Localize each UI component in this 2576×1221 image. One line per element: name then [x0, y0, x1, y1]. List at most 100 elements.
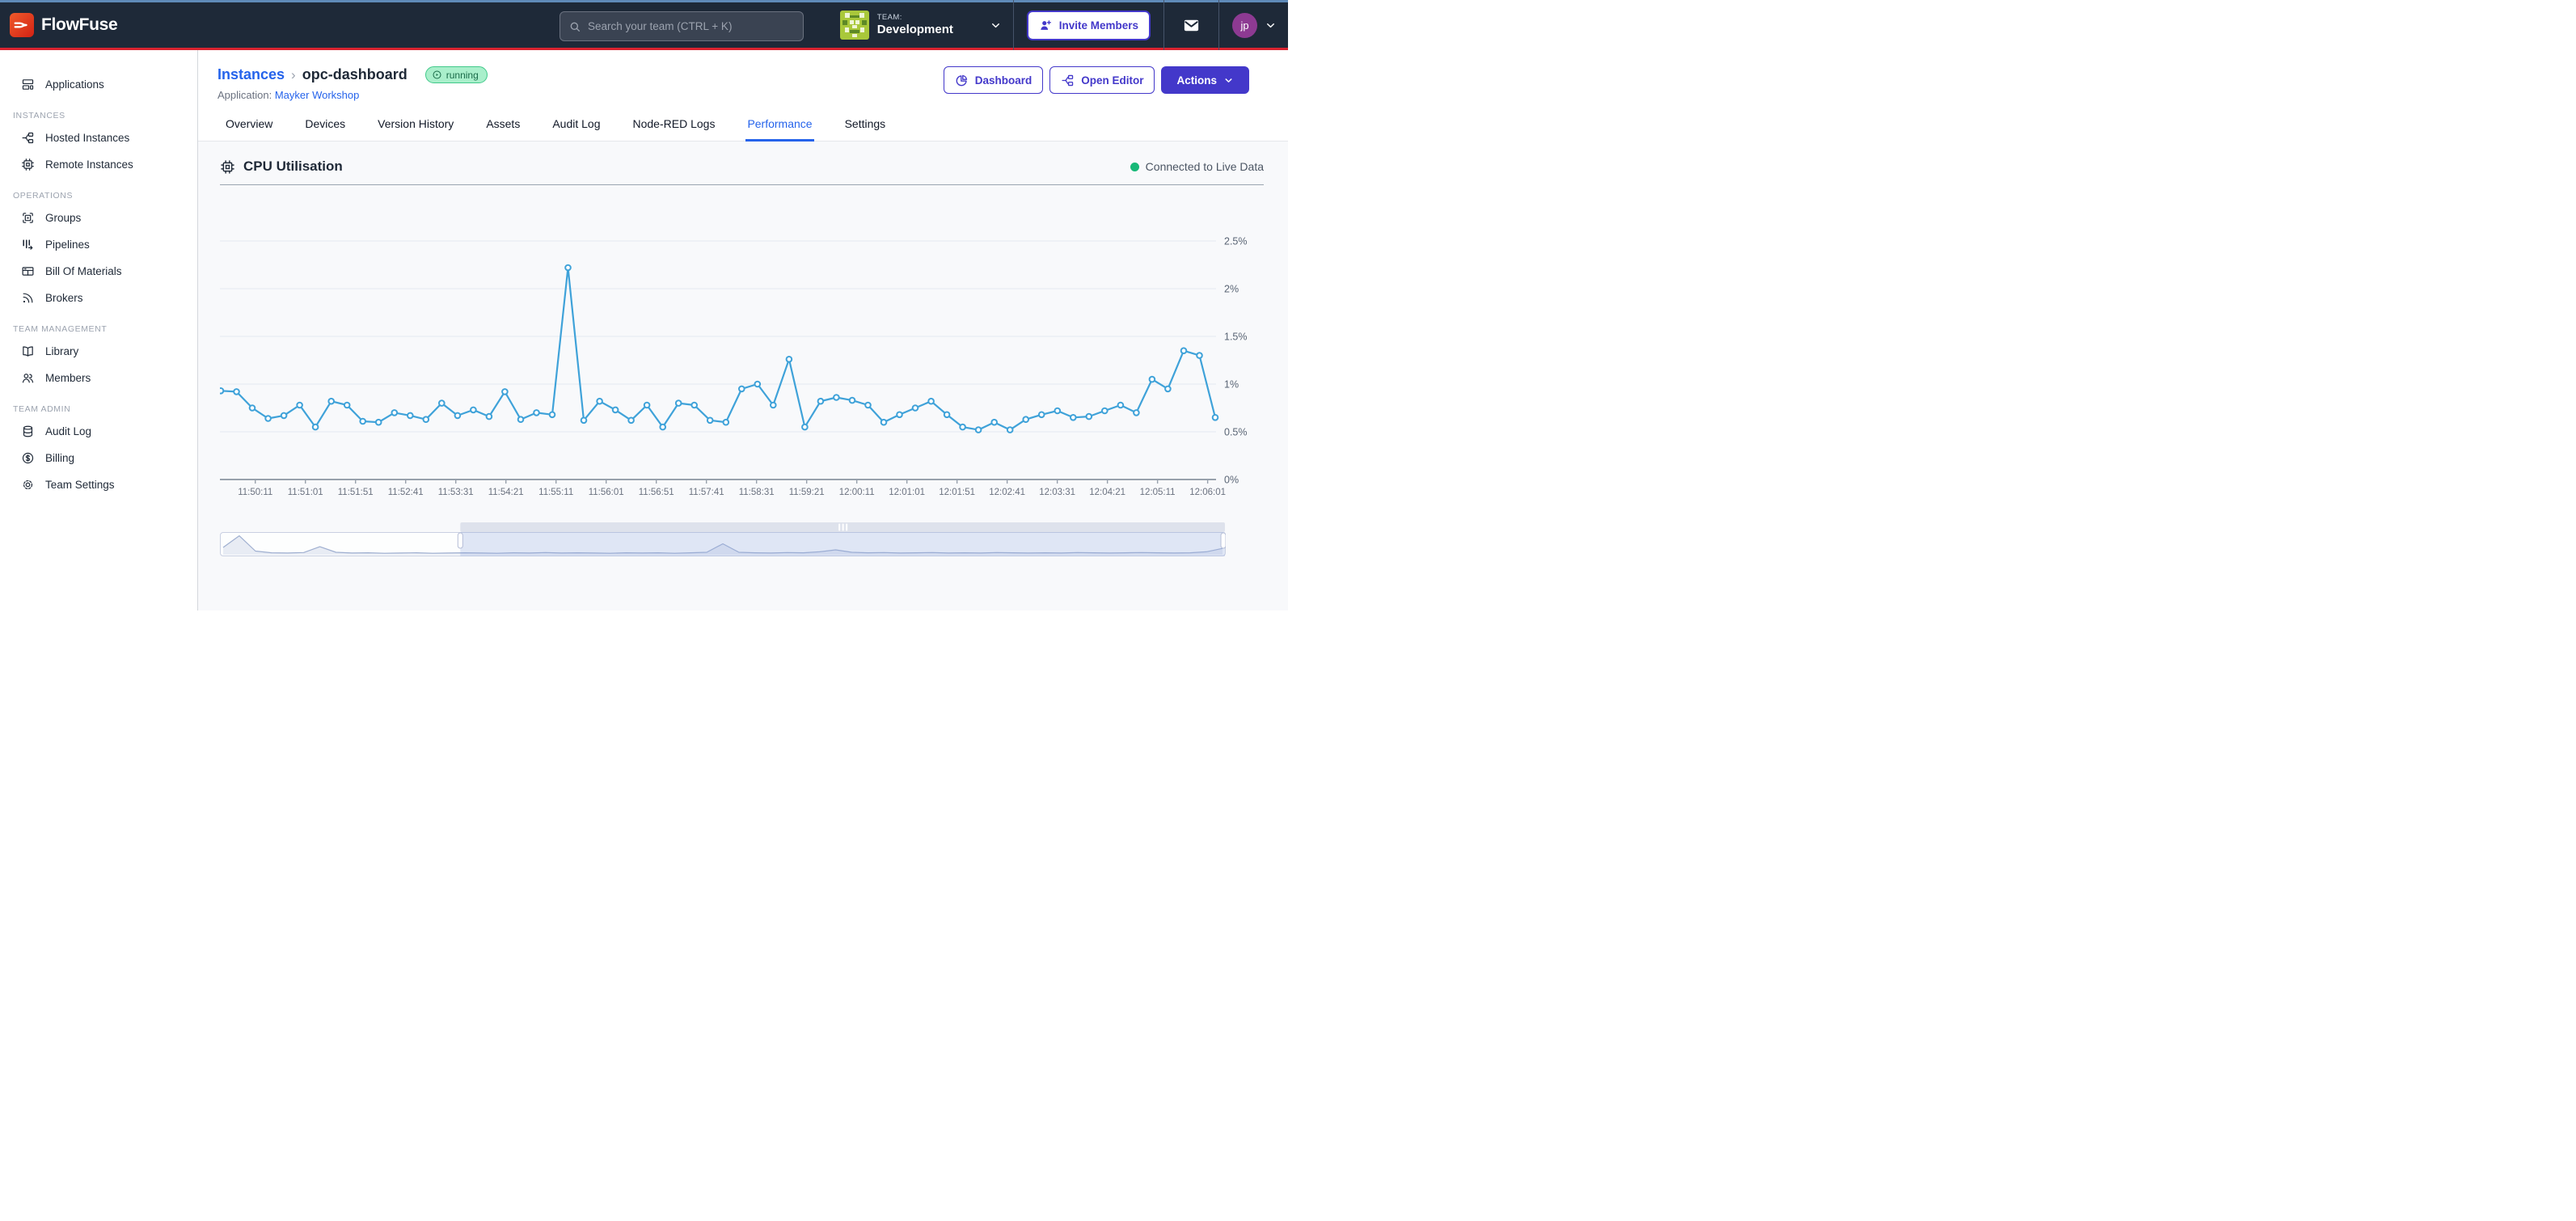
- data-point: [1181, 348, 1187, 353]
- chart-title: CPU Utilisation: [243, 158, 343, 175]
- sidebar-item-library[interactable]: Library: [0, 338, 197, 365]
- x-axis-label: 12:03:31: [1039, 488, 1075, 497]
- sidebar-item-label: Members: [45, 372, 91, 384]
- sidebar-item-members[interactable]: Members: [0, 365, 197, 391]
- flowfuse-logo-icon: [10, 13, 34, 37]
- x-axis-label: 11:57:41: [689, 488, 724, 497]
- play-circle-icon: [432, 70, 442, 80]
- team-selector[interactable]: TEAM: Development: [827, 11, 1013, 40]
- x-axis-label: 11:54:21: [488, 488, 524, 497]
- data-point: [265, 416, 271, 421]
- data-point: [1165, 387, 1171, 392]
- sidebar-item-bill-of-materials[interactable]: Bill Of Materials: [0, 258, 197, 285]
- sidebar-item-label: Bill Of Materials: [45, 265, 122, 277]
- cpu-utilisation-chart[interactable]: 0%0.5%1%1.5%2%2.5%11:50:1111:51:0111:51:…: [220, 198, 1263, 499]
- tab-node-red-logs[interactable]: Node-RED Logs: [633, 117, 716, 141]
- data-point: [234, 389, 239, 395]
- sidebar-item-hosted-instances[interactable]: Hosted Instances: [0, 125, 197, 151]
- data-point: [1055, 408, 1061, 414]
- sidebar-item-team-settings[interactable]: Team Settings: [0, 471, 197, 498]
- tab-audit-log[interactable]: Audit Log: [552, 117, 600, 141]
- sidebar-item-remote-instances[interactable]: Remote Instances: [0, 151, 197, 178]
- sidebar-item-brokers[interactable]: Brokers: [0, 285, 197, 311]
- dashboard-button[interactable]: Dashboard: [944, 66, 1044, 94]
- tab-performance[interactable]: Performance: [747, 117, 812, 141]
- live-dot-icon: [1130, 163, 1139, 171]
- data-point: [424, 416, 429, 422]
- sidebar-item-billing[interactable]: Billing: [0, 445, 197, 471]
- brush-handle-right[interactable]: [1221, 533, 1226, 548]
- x-axis-label: 11:53:31: [438, 488, 474, 497]
- data-point: [1039, 412, 1045, 418]
- team-search[interactable]: [560, 11, 804, 41]
- sidebar-item-label: Billing: [45, 452, 74, 464]
- data-point: [1134, 410, 1139, 416]
- x-axis-label: 11:55:11: [538, 488, 573, 497]
- data-point: [628, 418, 634, 424]
- data-point: [360, 419, 365, 425]
- data-point: [313, 425, 319, 430]
- data-point: [1023, 416, 1028, 422]
- notifications-button[interactable]: [1164, 16, 1218, 35]
- data-point: [471, 408, 476, 413]
- user-plus-icon: [1039, 19, 1053, 32]
- data-point: [581, 418, 587, 424]
- sidebar-item-pipelines[interactable]: Pipelines: [0, 231, 197, 258]
- data-point: [281, 413, 287, 419]
- chevron-down-icon: [990, 19, 1002, 32]
- tab-version-history[interactable]: Version History: [378, 117, 454, 141]
- x-axis-label: 12:05:11: [1140, 488, 1176, 497]
- data-point: [1087, 414, 1092, 420]
- data-point: [455, 413, 461, 419]
- data-point: [550, 412, 555, 418]
- application-label: Application:: [217, 89, 272, 101]
- data-point: [644, 403, 650, 408]
- data-point: [739, 387, 745, 392]
- sidebar-item-audit-log[interactable]: Audit Log: [0, 418, 197, 445]
- y-axis-label: 2%: [1224, 284, 1239, 295]
- open-editor-button[interactable]: Open Editor: [1049, 66, 1155, 94]
- data-point: [755, 382, 761, 387]
- user-menu[interactable]: jp: [1219, 13, 1288, 38]
- node-red-flow-icon: [1061, 74, 1075, 87]
- y-axis-label: 1%: [1224, 379, 1239, 391]
- invite-members-button[interactable]: Invite Members: [1027, 11, 1151, 40]
- brush-handle-left[interactable]: [458, 533, 462, 548]
- data-point: [724, 420, 729, 425]
- time-range-brush[interactable]: [220, 521, 1226, 559]
- tab-settings[interactable]: Settings: [845, 117, 886, 141]
- dashboard-label: Dashboard: [975, 74, 1033, 87]
- navbar-right: TEAM: Development Invite Members: [827, 2, 1288, 48]
- sidebar-item-label: Audit Log: [45, 425, 91, 437]
- data-point: [676, 400, 682, 406]
- sidebar: ApplicationsINSTANCESHosted InstancesRem…: [0, 50, 198, 610]
- data-point: [534, 410, 539, 416]
- brush-selection[interactable]: [460, 532, 1225, 556]
- sidebar-item-applications[interactable]: Applications: [0, 71, 197, 98]
- performance-panel: CPU Utilisation Connected to Live Data 0…: [198, 142, 1288, 610]
- application-row: Application: Mayker Workshop: [217, 89, 488, 101]
- tab-assets[interactable]: Assets: [486, 117, 520, 141]
- x-axis-label: 11:56:51: [639, 488, 674, 497]
- data-point: [297, 403, 302, 408]
- x-axis-label: 12:04:21: [1089, 488, 1125, 497]
- brand-home-link[interactable]: FlowFuse: [10, 13, 117, 37]
- application-link[interactable]: Mayker Workshop: [275, 89, 360, 101]
- actions-button[interactable]: Actions: [1161, 66, 1249, 94]
- data-point: [865, 403, 871, 408]
- pipelines-icon: [21, 238, 35, 251]
- data-point: [976, 427, 982, 433]
- data-point: [691, 403, 697, 408]
- breadcrumb-instances-link[interactable]: Instances: [217, 66, 285, 83]
- sidebar-item-label: Pipelines: [45, 239, 90, 251]
- sidebar-item-groups[interactable]: Groups: [0, 205, 197, 231]
- data-point: [328, 399, 334, 404]
- chevron-down-icon: [1223, 75, 1234, 86]
- tab-overview[interactable]: Overview: [226, 117, 272, 141]
- search-input[interactable]: [588, 20, 795, 32]
- tab-devices[interactable]: Devices: [305, 117, 345, 141]
- cpu-chip-icon: [220, 159, 235, 175]
- data-point: [944, 412, 950, 418]
- sidebar-item-label: Brokers: [45, 292, 83, 304]
- data-point: [897, 412, 902, 418]
